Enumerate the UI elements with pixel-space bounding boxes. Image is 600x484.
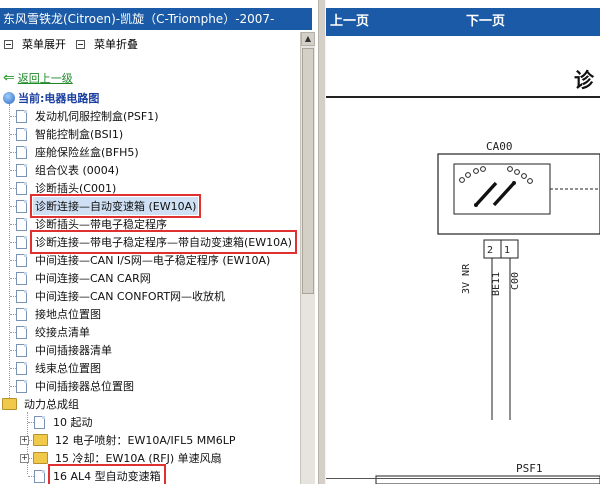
tree-item[interactable]: 接地点位置图 [16, 305, 103, 323]
expand-toggle-icon[interactable]: + [20, 453, 29, 463]
bottom-connector-label: PSF1 [516, 462, 543, 475]
tree-item-label: 中间插接器总位置图 [35, 380, 134, 393]
tree-item[interactable]: 中间插接器总位置图 [16, 377, 136, 395]
tree-item[interactable]: 中间连接—CAN CAR网 [16, 269, 153, 287]
tree-item-label: 组合仪表 (0004) [35, 164, 120, 177]
tree-item[interactable]: 诊断连接—自动变速箱 (EW10A) [16, 194, 202, 218]
document-icon [16, 109, 27, 123]
folder-icon [33, 452, 48, 464]
tree-item-label: 10 起动 [53, 416, 93, 429]
tree-item-label: 座舱保险丝盒(BFH5) [35, 146, 139, 159]
document-icon [16, 271, 27, 285]
wiring-diagram: CA00 2 1 3V NR BE11 C00 PSF1 [375, 140, 600, 484]
tree-folder[interactable]: 动力总成组 [2, 395, 81, 413]
tree-item-label: 诊断连接—自动变速箱 (EW10A) [29, 194, 202, 218]
document-icon [16, 181, 27, 195]
wire-label: C00 [510, 272, 521, 290]
tree-item[interactable]: 16 AL4 型自动变速箱 [34, 464, 166, 484]
collapse-all-button[interactable]: 菜单折叠 [76, 36, 138, 52]
folder-icon [33, 434, 48, 446]
tree-item[interactable]: 组合仪表 (0004) [16, 161, 121, 179]
vertical-scrollbar[interactable]: ▲ [300, 32, 315, 484]
tree-item[interactable]: 诊断连接—带电子稳定程序—带自动变速箱(EW10A) [16, 230, 297, 254]
tree-item[interactable]: 10 起动 [34, 413, 95, 431]
tree-item[interactable]: 中间插接器清单 [16, 341, 114, 359]
panel-splitter[interactable] [318, 0, 326, 484]
panel-title: 东风雪铁龙(Citroen)-凯旋（C-Triomphe）-2007- [0, 8, 312, 30]
tree-item-label: 发动机伺服控制盒(PSF1) [35, 110, 159, 123]
document-icon [16, 307, 27, 321]
document-icon [16, 127, 27, 141]
diagram-panel: 上一页 下一页 诊 CA00 2 1 3V NR BE11 C00 PSF1 [326, 0, 600, 484]
document-icon [16, 145, 27, 159]
tree-item[interactable]: 发动机伺服控制盒(PSF1) [16, 107, 161, 125]
tree-item-label: 线束总位置图 [35, 362, 101, 375]
document-icon [16, 325, 27, 339]
tree-item-label: 诊断插头(C001) [35, 182, 117, 195]
document-icon [16, 217, 27, 231]
tree-item-label: 中间连接—CAN CONFORT网—收放机 [35, 290, 226, 303]
document-icon [16, 379, 27, 393]
expand-all-button[interactable]: 菜单展开 [4, 36, 66, 52]
wire-label: BE11 [491, 272, 502, 296]
root-node-icon [3, 92, 15, 104]
tree-item-label: 诊断连接—带电子稳定程序—带自动变速箱(EW10A) [30, 230, 297, 254]
pin-label: 1 [504, 245, 510, 256]
back-link[interactable]: ⇐ 返回上一级 [3, 70, 73, 86]
tree-item[interactable]: 线束总位置图 [16, 359, 103, 377]
expand-toggle-icon[interactable]: + [20, 435, 29, 445]
tree-item-label: 中间连接—CAN CAR网 [35, 272, 151, 285]
folder-open-icon [2, 398, 17, 410]
pin-label: 2 [487, 245, 493, 256]
tree-item-label: 绞接点清单 [35, 326, 90, 339]
tree-item[interactable]: 诊断插头—带电子稳定程序 [16, 215, 169, 233]
tree-item-label: 中间连接—CAN I/S网—电子稳定程序 (EW10A) [35, 254, 271, 267]
tree-item[interactable]: 座舱保险丝盒(BFH5) [16, 143, 141, 161]
tree-item[interactable]: 智能控制盒(BSI1) [16, 125, 125, 143]
scroll-up-icon[interactable]: ▲ [301, 32, 315, 46]
tree-item[interactable]: 绞接点清单 [16, 323, 92, 341]
connector-label: CA00 [486, 140, 513, 153]
tree-panel: 东风雪铁龙(Citroen)-凯旋（C-Triomphe）-2007- 菜单展开… [0, 0, 318, 484]
tree-item[interactable]: 中间连接—CAN I/S网—电子稳定程序 (EW10A) [16, 251, 272, 269]
tree-item-label: 诊断插头—带电子稳定程序 [35, 218, 167, 231]
tree-item-label: 动力总成组 [24, 398, 79, 411]
document-icon [16, 253, 27, 267]
tree-item-label: 中间插接器清单 [35, 344, 112, 357]
current-node: 当前:电器电路图 [3, 90, 99, 106]
wire-label: 3V NR [461, 263, 472, 294]
document-icon [16, 235, 27, 249]
tree-item-label: 12 电子喷射：EW10A/IFL5 MM6LP [55, 434, 236, 447]
expand-icon [4, 39, 13, 49]
tree-item-label: 16 AL4 型自动变速箱 [48, 464, 166, 484]
tree-item-label: 智能控制盒(BSI1) [35, 128, 124, 141]
back-arrow-icon: ⇐ [3, 70, 15, 86]
scroll-thumb[interactable] [302, 48, 314, 294]
collapse-icon [76, 39, 85, 49]
bottom-rule [326, 478, 600, 479]
document-icon [16, 361, 27, 375]
document-icon [16, 289, 27, 303]
tree-item-label: 接地点位置图 [35, 308, 101, 321]
tree-item[interactable]: 诊断插头(C001) [16, 179, 118, 197]
tree-folder[interactable]: +12 电子喷射：EW10A/IFL5 MM6LP [20, 431, 238, 449]
document-icon [16, 163, 27, 177]
document-icon [34, 415, 45, 429]
document-icon [16, 199, 27, 213]
tree-folder[interactable]: +15 冷却：EW10A (RFJ) 单速风扇 [20, 449, 224, 467]
document-icon [34, 469, 45, 483]
tree-item[interactable]: 中间连接—CAN CONFORT网—收放机 [16, 287, 227, 305]
document-icon [16, 343, 27, 357]
tree-item-label: 15 冷却：EW10A (RFJ) 单速风扇 [55, 452, 222, 465]
